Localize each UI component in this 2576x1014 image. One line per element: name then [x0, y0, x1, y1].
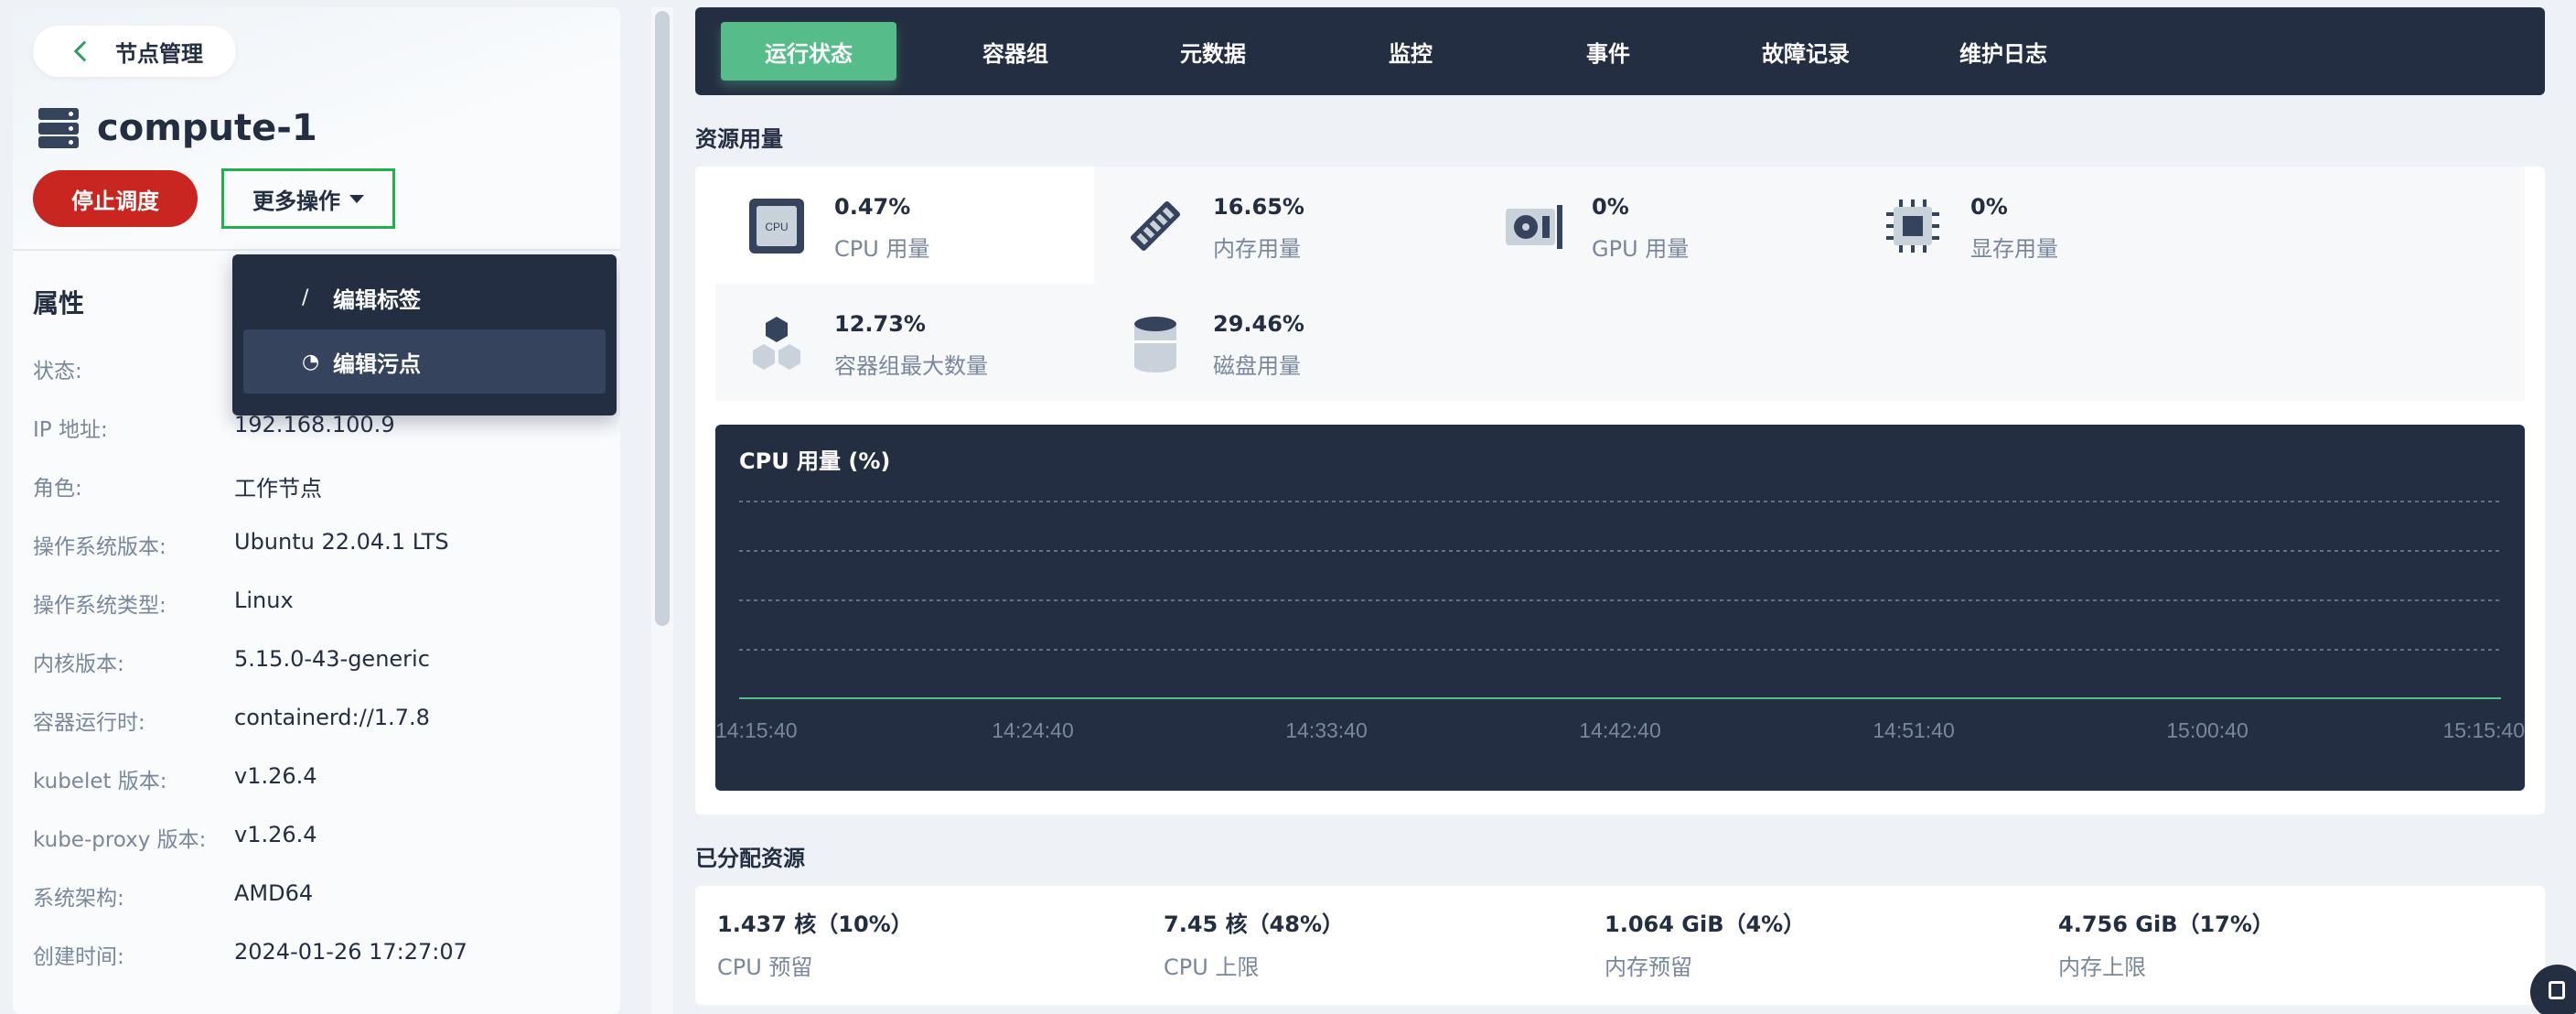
memory-icon [1130, 200, 1181, 252]
more-actions-label: 更多操作 [252, 188, 340, 214]
divider [13, 249, 620, 251]
prop-row-created: 创建时间: 2024-01-26 17:27:07 [33, 939, 467, 969]
cpu-icon: CPU [749, 199, 804, 254]
node-detail-panel: 节点管理 compute-1 停止调度 更多操作 属性 状态: IP 地址: 19… [13, 7, 620, 1014]
x-tick-label: 15:15:40 [2442, 718, 2525, 742]
prop-row-runtime: 容器运行时: containerd://1.7.8 [33, 705, 430, 735]
x-tick-label: 14:24:40 [992, 718, 1074, 742]
cpu-usage-chart: CPU 用量 (%) 14:15:40 14:24:40 14:33:40 14:42… [715, 425, 2525, 791]
resource-usage-title: 资源用量 [695, 126, 783, 152]
tab-fault-records[interactable]: 故障记录 [1723, 22, 1888, 81]
x-tick-label: 14:15:40 [715, 718, 798, 742]
caret-down-icon [349, 194, 364, 203]
pods-icon [753, 317, 800, 370]
toolbox-button[interactable] [2530, 965, 2576, 1014]
alloc-cpu-limit: 7.45 核（48%） CPU 上限 [1164, 912, 1345, 980]
tab-bar: 运行状态 容器组 元数据 监控 事件 故障记录 维护日志 [695, 7, 2545, 95]
chip-icon [1886, 200, 1939, 253]
gpu-icon [1506, 205, 1562, 249]
allocated-resources-card: 1.437 核（10%） CPU 预留 7.45 核（48%） CPU 上限 1… [695, 886, 2545, 1005]
metrics-grid: CPU 0.47% CPU 用量 16.65% 内存用量 0% GPU 用量 0… [715, 167, 2525, 401]
toolbox-icon [2549, 981, 2565, 999]
menu-item-edit-taints[interactable]: ◔ 编辑污点 [243, 329, 606, 394]
alloc-cpu-request: 1.437 核（10%） CPU 预留 [717, 912, 913, 980]
metric-vram[interactable]: 0% 显存用量 [1852, 167, 2230, 284]
prop-row-arch: 系统架构: AMD64 [33, 880, 314, 911]
metric-pods[interactable]: 12.73% 容器组最大数量 [715, 284, 1094, 401]
prop-row-ip: IP 地址: 192.168.100.9 [33, 412, 395, 442]
back-label: 节点管理 [115, 40, 203, 67]
back-button[interactable]: 节点管理 [33, 26, 236, 77]
stop-scheduling-button[interactable]: 停止调度 [33, 170, 198, 227]
node-name: compute-1 [97, 107, 317, 149]
prop-row-kernel: 内核版本: 5.15.0-43-generic [33, 646, 430, 676]
metric-disk[interactable]: 29.46% 磁盘用量 [1094, 284, 1473, 401]
cpu-chart-svg: 14:15:40 14:24:40 14:33:40 14:42:40 14:51:40… [715, 501, 2525, 742]
server-icon [38, 108, 79, 148]
tab-pods[interactable]: 容器组 [933, 22, 1098, 81]
more-actions-button[interactable]: 更多操作 [221, 168, 395, 229]
alloc-memory-limit: 4.756 GiB（17%） 内存上限 [2058, 912, 2274, 980]
metric-cpu[interactable]: CPU 0.47% CPU 用量 [715, 167, 1094, 284]
tab-events[interactable]: 事件 [1526, 22, 1690, 81]
properties-list: 状态: IP 地址: 192.168.100.9 角色: 工作节点 操作系统版本: U… [33, 353, 600, 998]
menu-item-edit-labels[interactable]: / 编辑标签 [243, 265, 606, 329]
pencil-icon: / [302, 286, 309, 309]
properties-title: 属性 [33, 288, 85, 318]
x-tick-label: 14:42:40 [1579, 718, 1661, 742]
prop-row-os-version: 操作系统版本: Ubuntu 22.04.1 LTS [33, 529, 449, 559]
more-actions-menu: / 编辑标签 ◔ 编辑污点 [232, 254, 617, 415]
left-panel-scrollbar[interactable] [651, 7, 673, 1014]
taint-icon: ◔ [302, 350, 320, 373]
chevron-left-icon [73, 40, 95, 62]
allocated-title: 已分配资源 [695, 846, 805, 871]
prop-row-role: 角色: 工作节点 [33, 476, 322, 502]
alloc-memory-request: 1.064 GiB（4%） 内存预留 [1605, 912, 1806, 980]
x-tick-label: 14:33:40 [1285, 718, 1368, 742]
metric-gpu[interactable]: 0% GPU 用量 [1473, 167, 1852, 284]
x-tick-label: 15:00:40 [2166, 718, 2249, 742]
scrollbar-thumb[interactable] [655, 11, 670, 626]
tab-metadata[interactable]: 元数据 [1131, 22, 1295, 81]
resource-usage-card: CPU 0.47% CPU 用量 16.65% 内存用量 0% GPU 用量 0… [695, 167, 2545, 814]
tab-maintenance-log[interactable]: 维护日志 [1921, 22, 2086, 81]
svg-text:CPU: CPU [765, 221, 788, 233]
prop-row-os-type: 操作系统类型: Linux [33, 588, 294, 618]
disk-icon [1134, 317, 1176, 372]
page-title: compute-1 [38, 102, 317, 154]
prop-row-kubelet: kubelet 版本: v1.26.4 [33, 763, 317, 793]
tab-monitoring[interactable]: 监控 [1328, 22, 1493, 81]
metric-memory[interactable]: 16.65% 内存用量 [1094, 167, 1473, 284]
prop-row-kube-proxy: kube-proxy 版本: v1.26.4 [33, 822, 317, 852]
tab-status[interactable]: 运行状态 [721, 22, 896, 81]
x-tick-label: 14:51:40 [1873, 718, 1955, 742]
